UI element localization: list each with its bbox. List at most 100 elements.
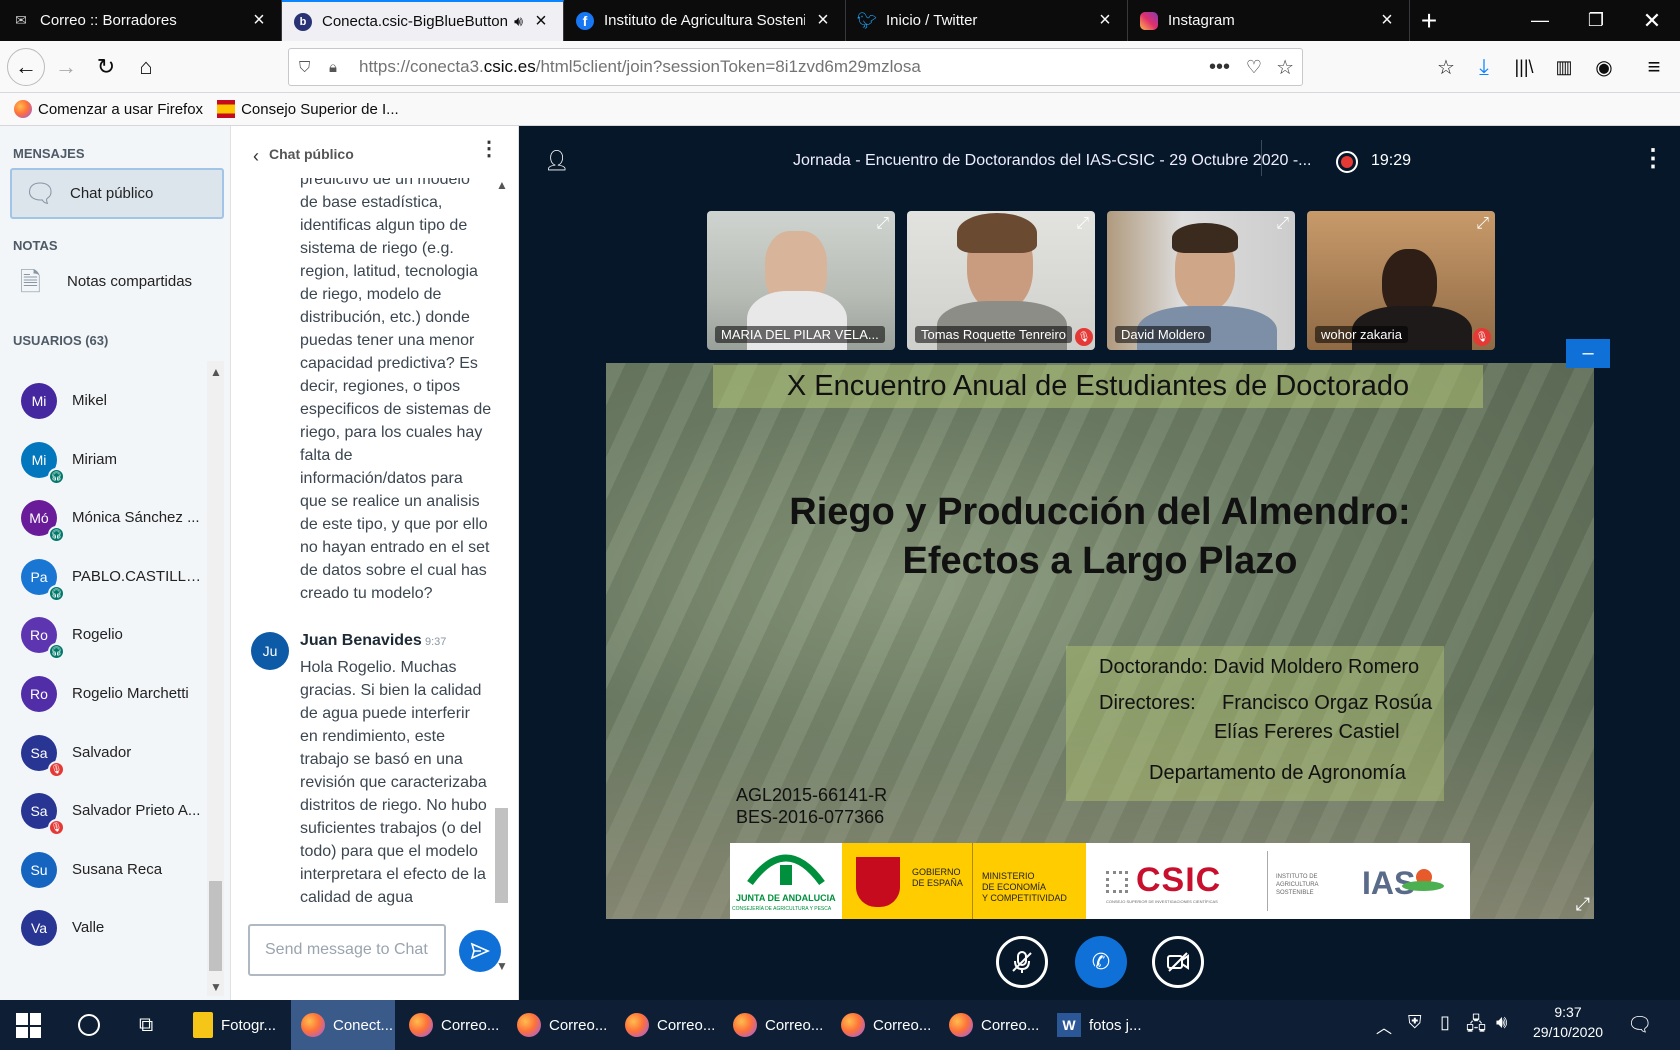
avatar: Va: [21, 910, 57, 947]
page-actions-icon[interactable]: •••: [1209, 56, 1230, 79]
network-icon[interactable]: 🖧︎: [1466, 1012, 1486, 1042]
show-hidden-icons-icon[interactable]: ︿: [1376, 1014, 1392, 1038]
task-view-icon[interactable]: ⧉: [139, 1014, 153, 1037]
tab-title: Inicio / Twitter: [886, 12, 978, 29]
tab-twitter[interactable]: 🐦︎ Inicio / Twitter ×: [846, 0, 1128, 41]
address-bar[interactable]: ⛉ 🔒︎ https://conecta3.csic.es/html5clien…: [288, 48, 1303, 86]
user-list[interactable]: Mi Mikel Mi 🎧︎ Miriam Mó 🎧︎ Mónica Sánchez ... P…: [0, 361, 210, 1001]
user-list-item[interactable]: Ro Rogelio Marchetti: [0, 664, 210, 724]
mute-microphone-button[interactable]: [996, 936, 1048, 988]
chat-options-icon[interactable]: ⋮: [479, 136, 499, 161]
user-list-item[interactable]: Mi Mikel: [0, 371, 210, 431]
taskbar-item[interactable]: Correo...: [615, 1000, 719, 1050]
send-message-button[interactable]: [459, 930, 501, 972]
fullscreen-icon[interactable]: ⤢: [1476, 215, 1489, 233]
participant-name: David Moldero: [1115, 326, 1211, 343]
video-tile[interactable]: ⤢ wohor zakaria 🎙︎: [1307, 211, 1495, 350]
user-list-item[interactable]: Pa 🎧︎ PABLO.CASTILLO....: [0, 547, 210, 607]
forward-button[interactable]: →: [48, 49, 84, 85]
tab-correo[interactable]: ✉ Correo :: Borradores ×: [0, 0, 282, 41]
public-chat-item[interactable]: 🗨︎ Chat público: [10, 168, 224, 219]
taskbar-item[interactable]: Conect...: [291, 1000, 395, 1050]
tab-bigbluebutton[interactable]: b Conecta.csic-BigBlueButton 🔊︎ ×: [282, 0, 564, 41]
taskbar-item[interactable]: Fotogr...: [183, 1000, 287, 1050]
pocket-icon[interactable]: ♡: [1246, 57, 1262, 78]
video-tile[interactable]: ⤢ David Moldero: [1107, 211, 1295, 350]
new-tab-button[interactable]: +: [1401, 0, 1457, 41]
video-tile[interactable]: ⤢ MARIA DEL PILAR VELA...: [707, 211, 895, 350]
usb-icon[interactable]: ▯: [1440, 1012, 1450, 1033]
back-button[interactable]: ←: [7, 48, 45, 86]
share-webcam-button[interactable]: [1152, 936, 1204, 988]
user-list-item[interactable]: Mó 🎧︎ Mónica Sánchez ...: [0, 488, 210, 548]
video-tile[interactable]: ⤢ Tomas Roquette Tenreiro 🎙︎: [907, 211, 1095, 350]
options-menu-icon[interactable]: ⋮: [1641, 144, 1665, 173]
user-list-item[interactable]: Va Valle: [0, 898, 210, 958]
close-tab-icon[interactable]: ×: [1095, 9, 1115, 32]
close-tab-icon[interactable]: ×: [813, 9, 833, 32]
chat-message-input[interactable]: Send message to Chat: [248, 924, 446, 976]
close-window-button[interactable]: ✕: [1624, 0, 1680, 41]
user-list-item[interactable]: Su Susana Reca: [0, 840, 210, 900]
account-icon[interactable]: ◉: [1586, 49, 1622, 85]
close-tab-icon[interactable]: ×: [531, 10, 551, 33]
fullscreen-icon[interactable]: ⤢: [876, 215, 889, 233]
notes-header: NOTAS: [13, 238, 58, 253]
notifications-icon[interactable]: 🗨︎: [1627, 1012, 1652, 1037]
reload-button[interactable]: ↻: [88, 49, 124, 85]
tab-title: Instituto de Agricultura Sostenible: [604, 12, 805, 29]
speaker-icon[interactable]: 🔊︎: [514, 13, 523, 30]
taskbar-item[interactable]: Correo...: [399, 1000, 503, 1050]
recording-indicator[interactable]: [1336, 151, 1358, 173]
fullscreen-icon[interactable]: ⤢: [1076, 215, 1089, 233]
taskbar-item[interactable]: Wfotos j...: [1047, 1000, 1151, 1050]
minimize-window-button[interactable]: —: [1512, 0, 1568, 41]
taskbar-item[interactable]: Correo...: [831, 1000, 935, 1050]
chat-title: Chat público: [269, 145, 354, 162]
cortana-icon[interactable]: [78, 1014, 100, 1036]
tab-facebook[interactable]: f Instituto de Agricultura Sostenible ×: [564, 0, 846, 41]
user-list-scrollbar[interactable]: ▲ ▼: [207, 361, 224, 996]
junta-subtext: CONSEJERÍA DE AGRICULTURA Y PESCA: [732, 906, 832, 912]
home-button[interactable]: ⌂: [128, 49, 164, 85]
user-list-item[interactable]: Mi 🎧︎ Miriam: [0, 430, 210, 490]
minimize-presentation-button[interactable]: –: [1566, 339, 1610, 368]
chat-scrollbar[interactable]: ▲ ▼: [493, 178, 510, 973]
user-name: Miriam: [72, 450, 117, 468]
volume-icon[interactable]: 🔊︎: [1496, 1012, 1507, 1033]
user-list-item[interactable]: Sa 🎙︎ Salvador Prieto A...: [0, 781, 210, 841]
bookmark-firefox[interactable]: Comenzar a usar Firefox: [14, 100, 203, 118]
fullscreen-icon[interactable]: ⤢: [1276, 215, 1289, 233]
download-icon[interactable]: ⤓: [1466, 49, 1502, 85]
reader-icon[interactable]: ☆: [1428, 49, 1464, 85]
menu-icon[interactable]: ≡: [1636, 49, 1672, 85]
bookmark-csic[interactable]: Consejo Superior de I...: [217, 100, 399, 118]
clock[interactable]: 9:37 29/10/2020: [1528, 1004, 1608, 1040]
close-tab-icon[interactable]: ×: [249, 9, 269, 32]
restore-window-button[interactable]: ❐: [1568, 0, 1624, 41]
taskbar-item[interactable]: Correo...: [507, 1000, 611, 1050]
shared-notes-item[interactable]: 🗎︎ Notas compartidas: [10, 262, 224, 302]
defender-icon[interactable]: ⛨: [1408, 1012, 1422, 1033]
sidebar-toggle-icon[interactable]: ▥: [1546, 49, 1582, 85]
library-icon[interactable]: |||\: [1506, 49, 1542, 85]
taskbar-item[interactable]: Correo...: [723, 1000, 827, 1050]
windows-start-icon[interactable]: [16, 1013, 41, 1038]
chat-panel: ‹ Chat público ⋮ predictivo de un modelo…: [231, 126, 519, 1000]
message-line: de agua puede interferir: [300, 705, 470, 722]
bookmark-star-icon[interactable]: ☆: [1276, 55, 1294, 80]
leave-audio-button[interactable]: ✆: [1075, 936, 1127, 988]
headset-icon: 🎧︎: [48, 643, 65, 661]
user-list-item[interactable]: Sa 🎙︎ Salvador: [0, 723, 210, 783]
user-icon[interactable]: 👤︎: [544, 148, 569, 173]
chevron-left-icon[interactable]: ‹: [253, 146, 259, 167]
user-list-item[interactable]: Ro 🎧︎ Rogelio: [0, 605, 210, 665]
fullscreen-slide-icon[interactable]: ⤢: [1576, 894, 1590, 915]
message-line: capacidad predictiva? Es: [300, 355, 478, 372]
tab-instagram[interactable]: Instagram ×: [1128, 0, 1410, 41]
shield-icon[interactable]: ⛉: [299, 59, 319, 76]
taskbar-item[interactable]: Correo...: [939, 1000, 1043, 1050]
lock-icon[interactable]: 🔒︎: [329, 59, 351, 76]
chat-header[interactable]: ‹ Chat público: [253, 140, 354, 167]
close-tab-icon[interactable]: ×: [1377, 9, 1397, 32]
